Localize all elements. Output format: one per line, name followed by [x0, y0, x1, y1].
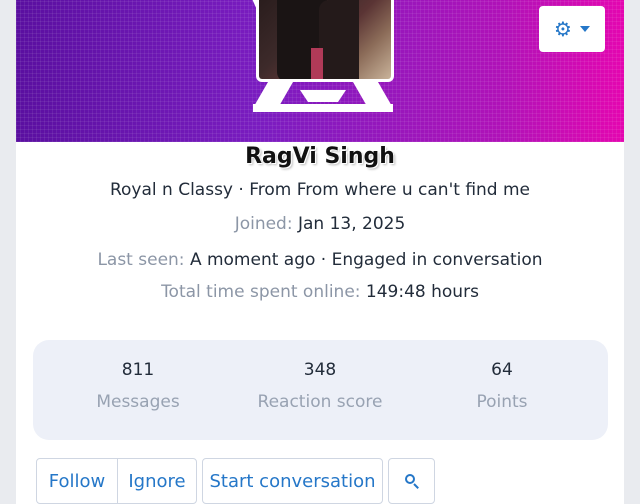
- time-online-line: Total time spent online: 149:48 hours: [16, 282, 624, 302]
- stat-label: Points: [476, 392, 528, 412]
- avatar-figure: [319, 0, 359, 79]
- joined-line: Joined: Jan 13, 2025: [16, 214, 624, 234]
- profile-card: ⚙ RagVi Singh Royal n Classy · From From…: [16, 0, 624, 504]
- time-online-value: 149:48 hours: [365, 282, 479, 302]
- profile-stats: 811 Messages 348 Reaction score 64 Point…: [33, 340, 608, 440]
- avatar-accent: [311, 48, 323, 79]
- stat-value: 348: [303, 360, 337, 380]
- search-button[interactable]: [388, 458, 435, 504]
- follow-button[interactable]: Follow: [36, 458, 118, 504]
- gear-icon: ⚙: [554, 17, 572, 41]
- profile-tagline: Royal n Classy · From From where u can't…: [109, 180, 531, 200]
- search-icon: [404, 474, 419, 489]
- stat-points[interactable]: 64 Points: [422, 360, 582, 412]
- joined-value[interactable]: Jan 13, 2025: [298, 214, 405, 234]
- profile-banner: ⚙: [16, 0, 624, 142]
- settings-dropdown-button[interactable]: ⚙: [539, 6, 605, 52]
- stat-value: 811: [121, 360, 155, 380]
- stat-messages[interactable]: 811 Messages: [58, 360, 218, 412]
- ignore-button[interactable]: Ignore: [117, 458, 197, 504]
- start-conversation-button[interactable]: Start conversation: [202, 458, 383, 504]
- last-seen-label: Last seen:: [97, 250, 185, 270]
- joined-label: Joined:: [234, 214, 293, 234]
- stat-label: Reaction score: [257, 392, 383, 412]
- time-online-label: Total time spent online:: [161, 282, 361, 302]
- stat-label: Messages: [96, 392, 180, 412]
- avatar[interactable]: [256, 0, 394, 82]
- profile-name: RagVi Singh: [245, 144, 395, 169]
- stat-value: 64: [491, 360, 513, 380]
- last-seen-line: Last seen: A moment ago · Engaged in con…: [16, 250, 624, 270]
- last-seen-value: A moment ago · Engaged in conversation: [189, 250, 543, 270]
- stat-reaction-score[interactable]: 348 Reaction score: [240, 360, 400, 412]
- caret-down-icon: [579, 26, 590, 32]
